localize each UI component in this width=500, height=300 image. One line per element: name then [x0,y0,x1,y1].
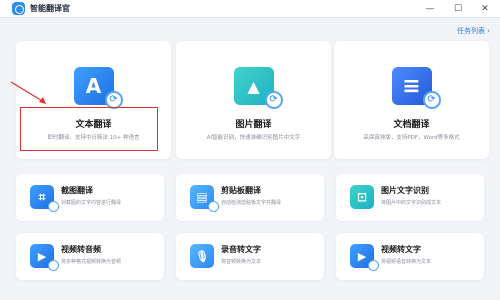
minimize-button[interactable]: — [423,0,437,18]
sync-icon [208,201,219,212]
audio-to-text-card[interactable]: 🎙 录音转文字 将音频转换为文本 [176,233,324,280]
card-title: 文档翻译 [393,120,430,130]
image-translate-icon: ▲ ⟳ [233,67,283,109]
card-title: 截图翻译 [61,186,93,195]
card-subtitle: 将多种格式视频转换为音频 [61,259,122,265]
card-title: 图片翻译 [235,120,272,130]
image-translate-card[interactable]: ▲ ⟳ 图片翻译 AI智能识别，快速准确识别图片中文字 [176,41,331,159]
screenshot-translate-card[interactable]: ⌗ 截图翻译 对截图的文字内容进行翻译 [16,174,164,221]
sync-icon [48,201,59,212]
card-subtitle: 将图片中的文字识别成文本 [381,200,442,206]
card-subtitle: 自动检测剪贴板文字并翻译 [221,200,282,206]
video-to-audio-card[interactable]: ▶ 视频转音频 将多种格式视频转换为音频 [16,233,164,280]
video-to-text-icon: ▶ [350,244,379,271]
maximize-button[interactable]: ☐ [451,0,465,18]
video-to-text-card[interactable]: ▶ 视频转文字 将视频语音转换为文本 [336,233,484,280]
close-button[interactable]: ✕ [478,0,492,18]
card-subtitle: 将音频转换为文本 [221,259,262,265]
card-subtitle: 高保真排版，支持PDF，Word等多格式 [363,135,460,141]
card-subtitle: 对截图的文字内容进行翻译 [61,200,122,206]
card-subtitle: AI智能识别，快速准确识别图片中文字 [206,135,301,141]
video-to-audio-icon: ▶ [30,244,59,271]
annotation-arrow [10,81,46,104]
app-logo-icon [12,2,25,15]
title-bar: 智能翻译官 — ☐ ✕ [0,0,500,18]
clipboard-translate-icon: ▤ [190,185,219,212]
clipboard-translate-card[interactable]: ▤ 剪贴板翻译 自动检测剪贴板文字并翻译 [176,174,324,221]
document-translate-icon: ≡ ⟳ [391,67,441,109]
task-list-link[interactable]: 任务列表 › [457,26,490,36]
card-title: 视频转音频 [61,245,101,254]
text-translate-icon: A ⟳ [73,67,123,109]
card-title: 剪贴板翻译 [221,186,261,195]
card-title: 录音转文字 [221,245,261,254]
text-badge-icon [368,260,379,271]
card-subtitle: 将视频语音转换为文本 [381,259,432,265]
document-translate-card[interactable]: ≡ ⟳ 文档翻译 高保真排版，支持PDF，Word等多格式 [334,41,489,159]
image-ocr-card[interactable]: ⊡ 图片文字识别 将图片中的文字识别成文本 [336,174,484,221]
app-title: 智能翻译官 [30,4,70,13]
image-ocr-icon: ⊡ [350,185,374,209]
sync-icon: ⟳ [422,91,441,109]
card-title: 图片文字识别 [381,186,429,195]
microphone-icon: 🎙 [190,244,214,268]
annotation-highlight-box [20,107,158,151]
sync-icon: ⟳ [264,91,283,109]
screenshot-translate-icon: ⌗ [30,185,59,212]
card-title: 视频转文字 [381,245,421,254]
music-note-icon [48,260,59,271]
